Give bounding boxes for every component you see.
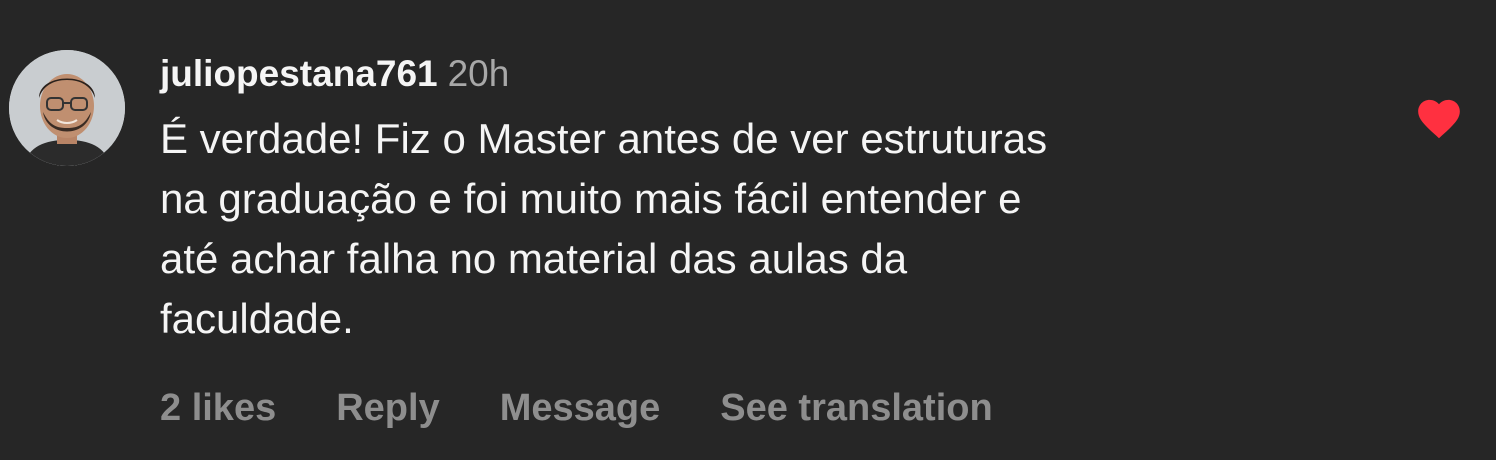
- reply-button[interactable]: Reply: [336, 380, 439, 436]
- like-button[interactable]: [1414, 94, 1464, 140]
- timestamp: 20h: [447, 53, 510, 94]
- comment-text-line: na graduação e foi muito mais fácil ente…: [160, 175, 1022, 222]
- comment-text-line: É verdade! Fiz o Master antes de ver est…: [160, 115, 1048, 162]
- heart-filled-icon: [1418, 99, 1460, 139]
- likes-count-link[interactable]: 2 likes: [160, 380, 276, 436]
- username-link[interactable]: juliopestana761: [160, 53, 438, 94]
- see-translation-button[interactable]: See translation: [720, 380, 992, 436]
- comment-body: juliopestana761 20h É verdade! Fiz o Mast…: [160, 48, 1360, 349]
- comment-actions: 2 likes Reply Message See translation: [160, 380, 1053, 436]
- comment-item: juliopestana761 20h É verdade! Fiz o Mast…: [0, 0, 1496, 460]
- message-button[interactable]: Message: [500, 380, 661, 436]
- comment-text-line: até achar falha no material das aulas da: [160, 235, 908, 282]
- avatar-image: [9, 50, 125, 166]
- comment-text-line: faculdade.: [160, 295, 354, 342]
- avatar[interactable]: [9, 50, 125, 166]
- comment-text: É verdade! Fiz o Master antes de ver est…: [160, 109, 1320, 349]
- comment-header: juliopestana761 20h: [160, 48, 1360, 100]
